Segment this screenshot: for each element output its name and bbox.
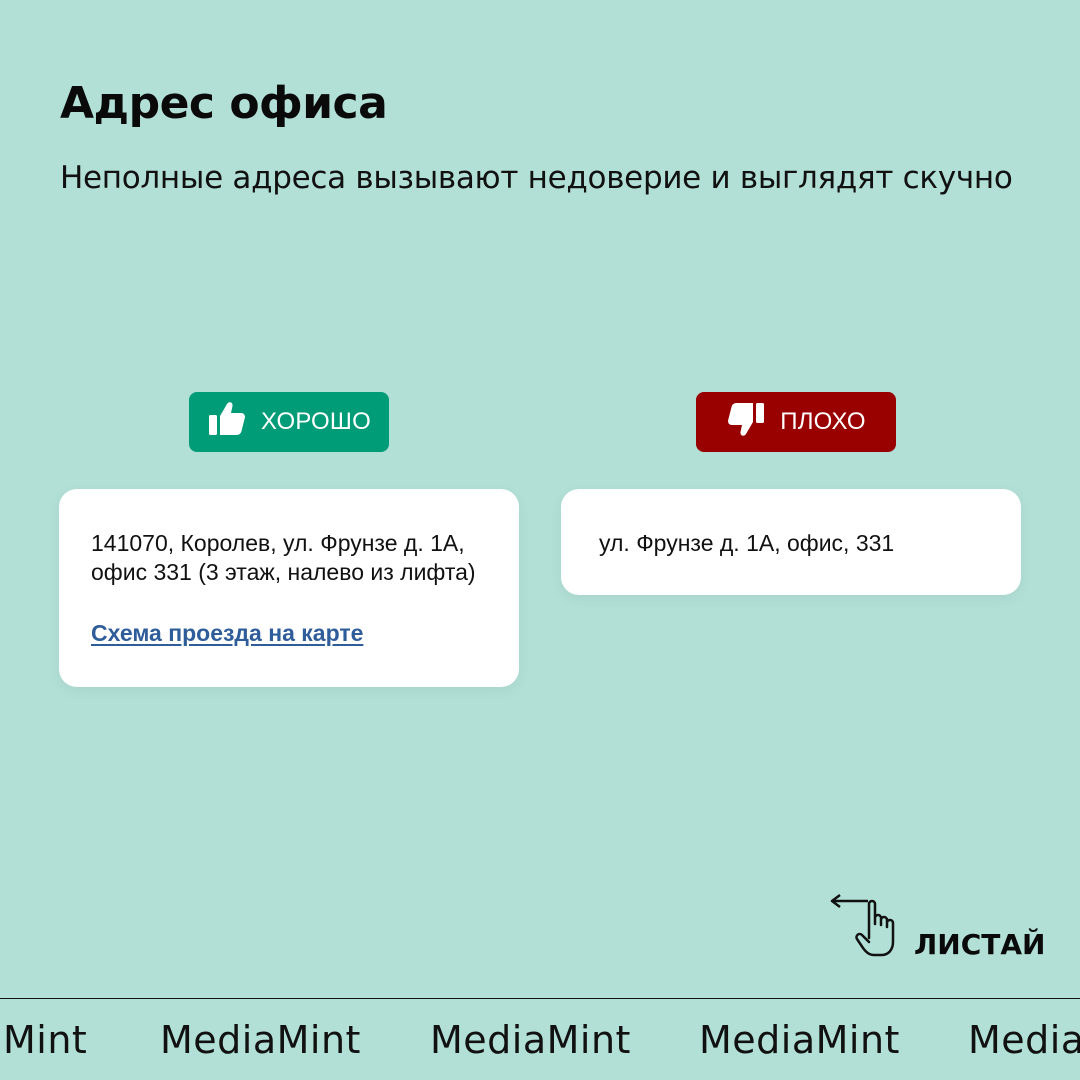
ticker-item: MediaMint	[699, 1018, 900, 1062]
bad-badge-label: ПЛОХО	[780, 408, 866, 435]
page-subtitle: Неполные адреса вызывают недоверие и выг…	[60, 160, 1013, 196]
good-address-line-1: 141070, Королев, ул. Фрунзе д. 1А,	[91, 530, 465, 556]
thumbs-up-icon	[207, 399, 247, 446]
ticker-item: Media	[968, 1018, 1080, 1062]
thumbs-down-icon	[726, 399, 766, 446]
swipe-label: ЛИСТАЙ	[914, 928, 1046, 961]
footer-divider	[0, 998, 1080, 999]
good-badge-label: ХОРОШО	[261, 408, 371, 435]
brand-ticker: Mint MediaMint MediaMint MediaMint Media	[0, 1014, 1080, 1074]
ticker-item: Mint	[3, 1018, 88, 1062]
ticker-item: MediaMint	[160, 1018, 361, 1062]
bad-address-text: ул. Фрунзе д. 1А, офис, 331	[599, 530, 895, 556]
bad-badge: ПЛОХО	[696, 392, 896, 452]
ticker-item: MediaMint	[430, 1018, 631, 1062]
map-directions-link[interactable]: Схема проезда на карте	[91, 620, 363, 647]
page-title: Адрес офиса	[60, 78, 388, 129]
swipe-hint: ЛИСТАЙ	[828, 888, 1045, 968]
good-badge: ХОРОШО	[189, 392, 389, 452]
good-address-card: 141070, Королев, ул. Фрунзе д. 1А, офис …	[59, 489, 519, 687]
bad-address-card: ул. Фрунзе д. 1А, офис, 331	[561, 489, 1021, 595]
good-address-line-2: офис 331 (3 этаж, налево из лифта)	[91, 559, 476, 585]
